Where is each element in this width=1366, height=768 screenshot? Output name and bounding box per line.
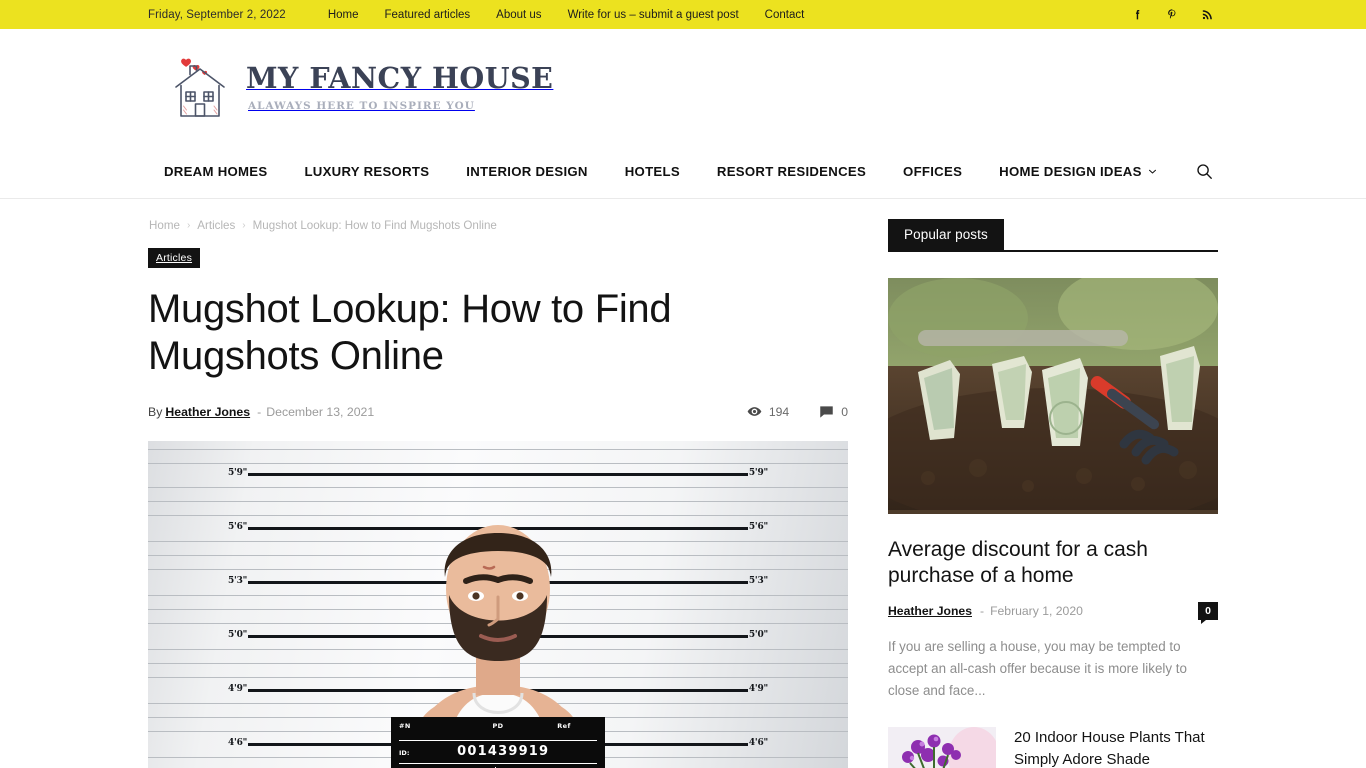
category-badge[interactable]: Articles [148,248,201,268]
height-label-left: 4'9" [228,684,248,695]
nav-item-interior-design[interactable]: INTERIOR DESIGN [466,164,587,179]
byline-prefix: By [148,404,163,419]
comment-count-value: 0 [841,404,848,419]
popular-post-title[interactable]: Average discount for a cash purchase of … [888,537,1218,588]
popular-post-date-value: February 1, 2020 [990,604,1083,619]
nav-item-hotels[interactable]: HOTELS [625,164,680,179]
topnav-item-featured-articles[interactable]: Featured articles [385,9,471,21]
logo-title: MY FANCY HOUSE [246,61,554,95]
comment-icon [819,405,834,419]
facebook-icon[interactable] [1131,8,1144,21]
article-stats: 194 0 [747,404,848,419]
breadcrumb: Home › Articles › Mugshot Lookup: How to… [148,219,848,232]
height-label-right: 4'6" [748,738,768,749]
page-body: Home › Articles › Mugshot Lookup: How to… [0,199,1366,768]
article-content: Home › Articles › Mugshot Lookup: How to… [148,219,848,768]
social-links [1131,8,1366,21]
height-label-left: 5'0" [228,630,248,641]
article-featured-image: 5'9" 5'9" 5'6" 5'6" 5'3" 5'3" 5'0" 5'0" … [148,441,848,768]
view-count: 194 [747,404,789,419]
rss-icon[interactable] [1201,8,1214,21]
byline-dash: - [257,404,262,419]
height-label-left: 4'6" [228,738,248,749]
top-bar-nav: Home Featured articles About us Write fo… [328,9,804,21]
placard-col3: Ref [557,722,571,731]
popular-posts-title: Popular posts [888,219,1004,250]
logo-tagline: ALAWAYS HERE TO INSPIRE YOU [248,100,475,112]
view-count-value: 194 [768,404,790,419]
article-byline: By Heather Jones - December 13, 2021 194 [148,404,848,419]
sidebar: Popular posts Average discount for a cas… [853,219,1253,768]
popular-post-dash: - [980,604,985,619]
popular-posts-widget-header: Popular posts [888,219,1218,252]
popular-post-thumbnail[interactable] [853,266,1253,528]
height-label-left: 5'6" [228,522,248,533]
pinterest-icon[interactable] [1166,8,1179,21]
nav-item-offices[interactable]: OFFICES [903,164,962,179]
height-label-right: 5'6" [748,522,768,533]
site-logo[interactable]: MY FANCY HOUSE ALAWAYS HERE TO INSPIRE Y… [170,54,553,120]
nav-item-dream-homes[interactable]: DREAM HOMES [164,164,267,179]
topnav-item-home[interactable]: Home [328,9,359,21]
popular-post-thumbnail[interactable] [888,727,996,768]
height-label-right: 5'0" [748,630,768,641]
height-label-right: 5'3" [748,576,768,587]
page-title: Mugshot Lookup: How to Find Mugshots Onl… [148,287,672,379]
placard-col1: #N [399,722,411,731]
comment-count: 0 [819,405,848,419]
breadcrumb-home[interactable]: Home [149,219,180,232]
publish-date: December 13, 2021 [266,404,375,419]
placard-id-value: 001439919 [457,744,550,760]
popular-post-comment-badge[interactable]: 0 [1198,602,1218,625]
placard-id-label: ID: [399,749,410,758]
main-navigation: DREAM HOMES LUXURY RESORTS INTERIOR DESI… [0,145,1366,199]
topnav-item-contact[interactable]: Contact [765,9,805,21]
popular-post-date: - February 1, 2020 [980,604,1083,618]
nav-item-home-design-ideas[interactable]: HOME DESIGN IDEAS [999,164,1156,179]
house-logo-icon [170,54,232,120]
nav-item-luxury-resorts[interactable]: LUXURY RESORTS [304,164,429,179]
nav-item-home-design-ideas-label: HOME DESIGN IDEAS [999,164,1142,179]
current-date: Friday, September 2, 2022 [148,8,286,21]
height-label-left: 5'3" [228,576,248,587]
breadcrumb-separator-icon: › [186,220,191,231]
eye-icon [747,404,762,419]
breadcrumb-separator-icon: › [242,220,246,231]
popular-post-title[interactable]: 20 Indoor House Plants That Simply Adore… [1014,727,1218,768]
top-bar: Friday, September 2, 2022 Home Featured … [0,0,1366,29]
topnav-item-about-us[interactable]: About us [496,9,541,21]
nav-item-resort-residences[interactable]: RESORT RESIDENCES [717,164,866,179]
popular-post-meta: Heather Jones - February 1, 2020 0 [888,602,1218,625]
breadcrumb-articles[interactable]: Articles [197,219,235,232]
height-label-right: 4'9" [748,684,768,695]
breadcrumb-current: Mugshot Lookup: How to Find Mugshots Onl… [252,219,497,232]
topnav-item-write-for-us[interactable]: Write for us – submit a guest post [568,9,739,21]
search-icon[interactable] [1195,162,1214,181]
popular-post-excerpt: If you are selling a house, you may be t… [888,639,1187,698]
popular-post-author[interactable]: Heather Jones [888,604,972,618]
author-link[interactable]: Heather Jones [165,405,250,419]
height-label-left: 5'9" [228,468,248,479]
placard-col2: PD [492,722,504,731]
mugshot-placard: #N PD Ref ID: 001439919 DATE: 17/06/15 [391,717,605,768]
chevron-down-icon [1148,167,1156,175]
height-label-right: 5'9" [748,468,768,479]
site-header: MY FANCY HOUSE ALAWAYS HERE TO INSPIRE Y… [0,29,1366,145]
list-item[interactable]: 20 Indoor House Plants That Simply Adore… [888,727,1218,768]
